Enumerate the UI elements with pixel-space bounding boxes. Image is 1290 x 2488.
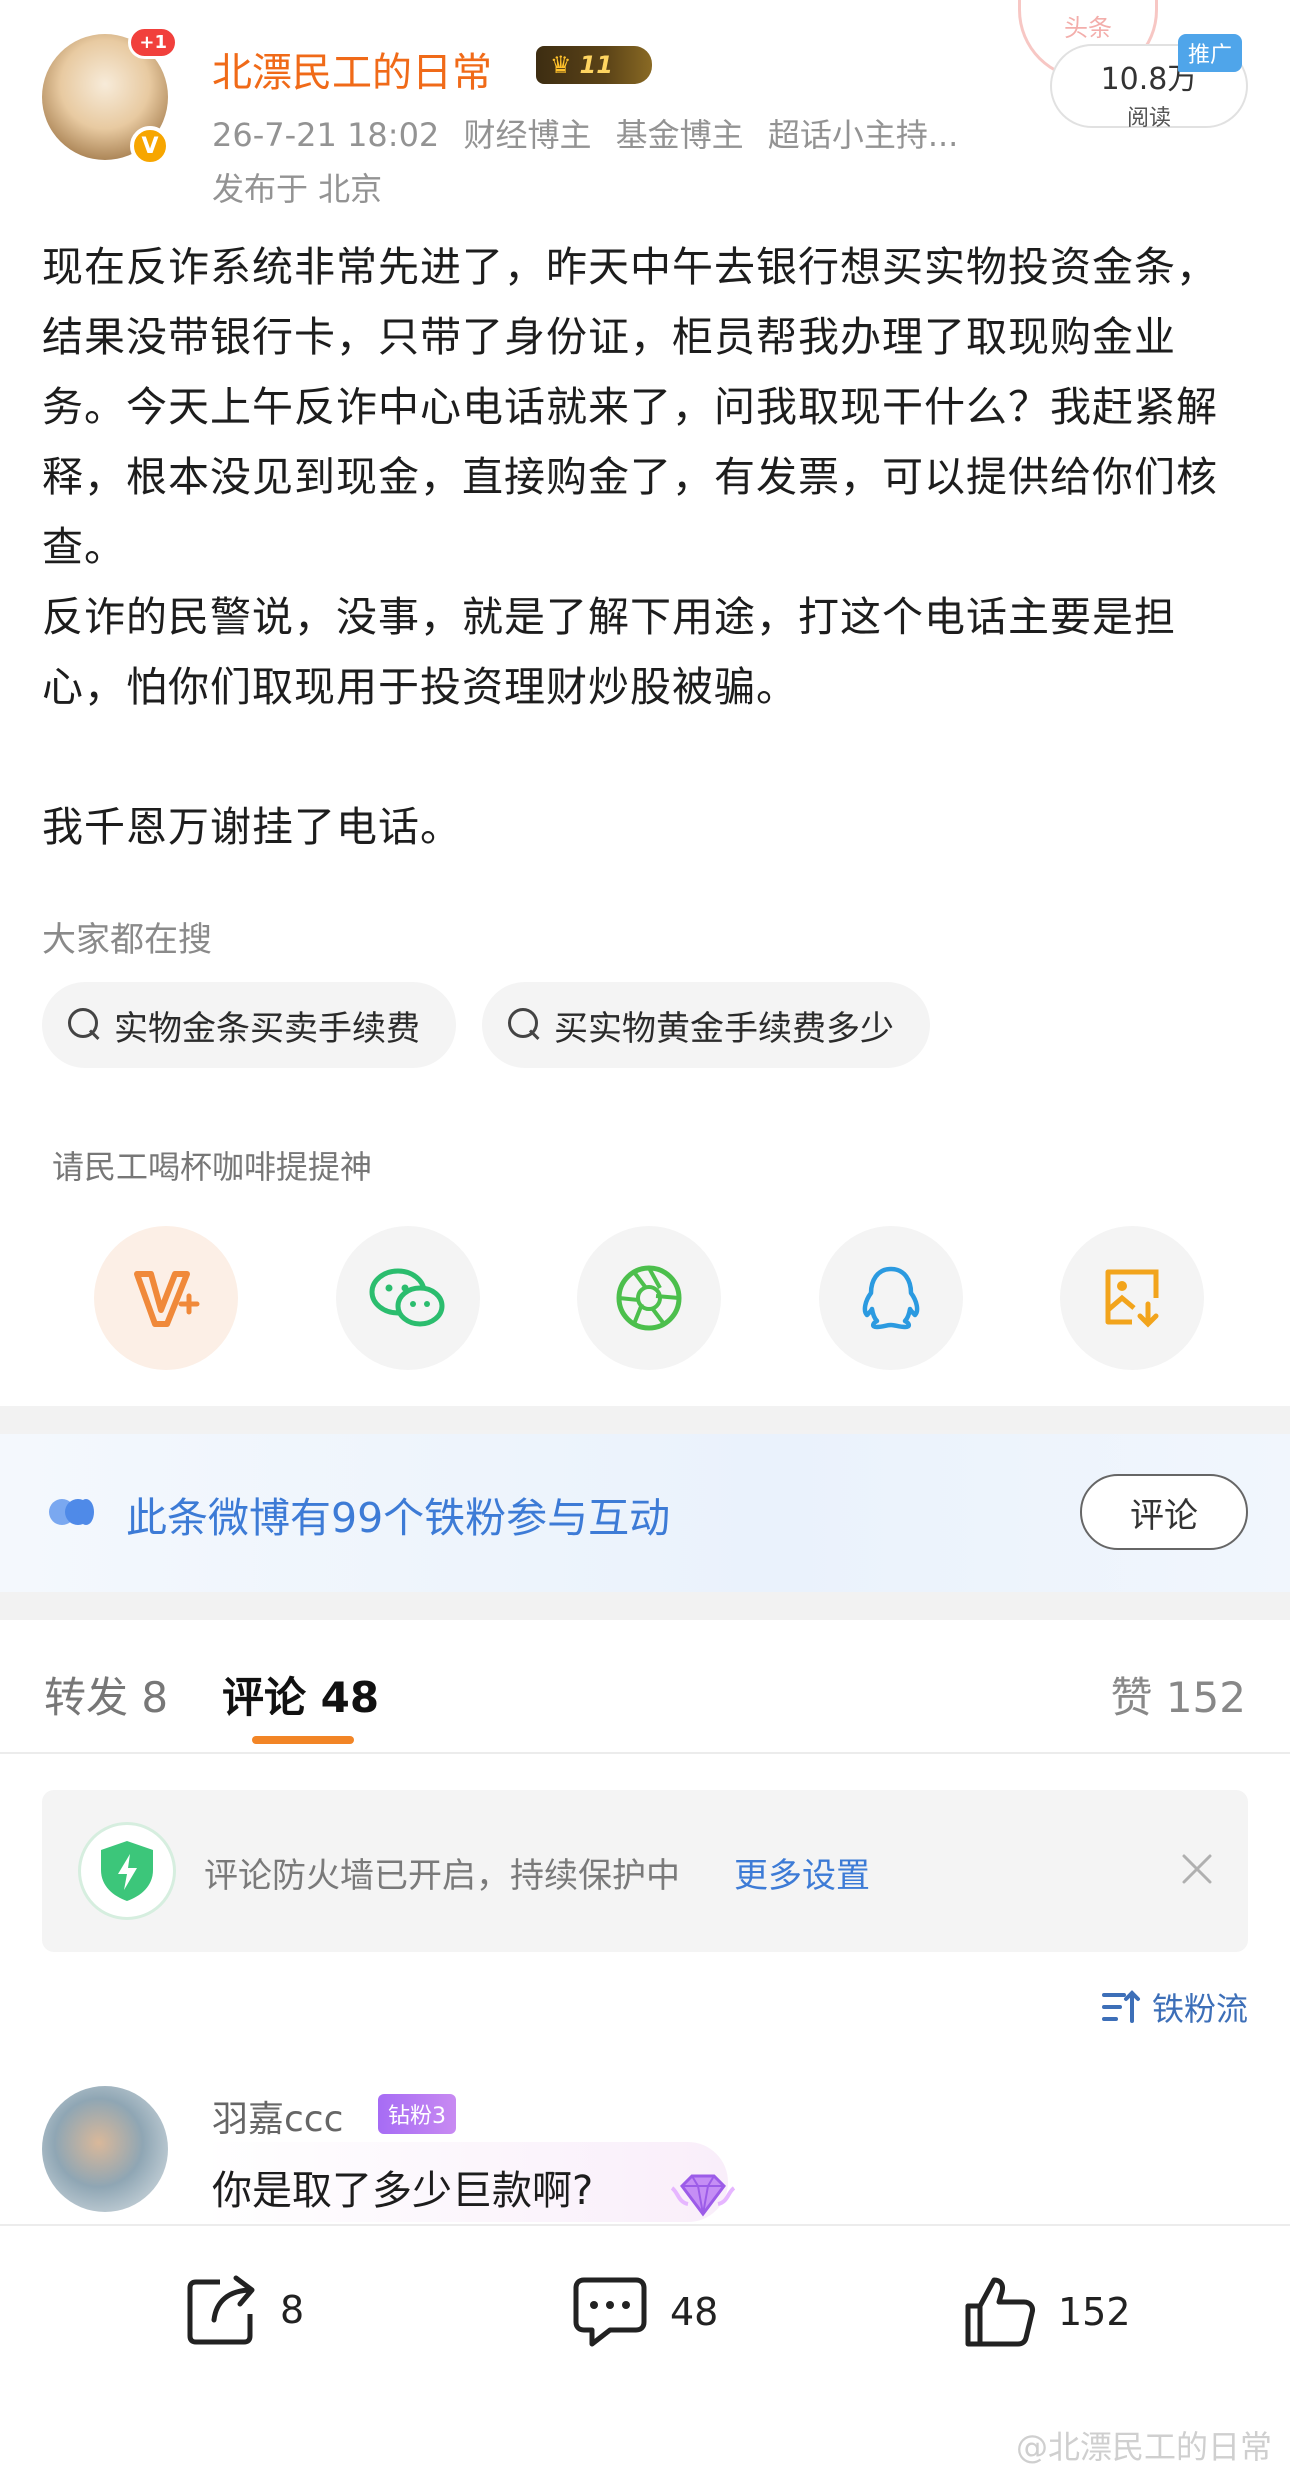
post-location: 发布于 北京: [212, 170, 383, 208]
bottom-action-bar: 8 48 152 @北漂民工的日常: [0, 2224, 1290, 2488]
thumbs-up-icon: [965, 2277, 1035, 2347]
tab-like[interactable]: 赞 152: [1110, 1664, 1246, 1725]
moments-icon: [616, 1265, 682, 1331]
repost-icon: [187, 2275, 255, 2345]
vip-charge-icon: [134, 1271, 200, 1327]
repost-button[interactable]: 8: [184, 2274, 304, 2346]
commenter-avatar[interactable]: [42, 2086, 168, 2212]
save-image-button[interactable]: [1060, 1226, 1204, 1370]
search-icon: [68, 1008, 102, 1042]
comment-firewall-notice: 评论防火墙已开启，持续保护中 更多设置: [42, 1790, 1248, 1952]
comment-button[interactable]: 48: [570, 2274, 718, 2350]
fan-level-badge: 钻粉3: [378, 2094, 456, 2134]
repost-count: 8: [280, 2288, 305, 2332]
fans-comment-button[interactable]: 评论: [1080, 1474, 1248, 1550]
author-avatar[interactable]: +1 V: [42, 26, 178, 166]
promo-tag: 推广: [1178, 34, 1243, 72]
wechat-icon: [369, 1268, 444, 1327]
watermark: @北漂民工的日常: [1015, 2428, 1272, 2466]
comment-text[interactable]: 你是取了多少巨款啊?: [212, 2158, 593, 2216]
search-icon: [508, 1008, 542, 1042]
section-divider: [0, 1406, 1290, 1434]
search-chip[interactable]: 实物金条买卖手续费: [42, 982, 456, 1068]
level-number: 11: [579, 51, 613, 79]
close-icon[interactable]: [1172, 1844, 1222, 1894]
author-tag: 基金博主: [615, 116, 744, 154]
author-tag: 超话小主持...: [767, 116, 959, 154]
crown-icon: ♛: [550, 51, 572, 79]
tab-repost[interactable]: 转发 8: [44, 1664, 168, 1725]
fans-banner-text: 此条微博有99个铁粉参与互动: [126, 1494, 671, 1542]
trending-search-title: 大家都在搜: [42, 920, 212, 960]
author-name[interactable]: 北漂民工的日常: [212, 40, 492, 98]
tab-comment[interactable]: 评论 48: [222, 1664, 379, 1725]
level-badge[interactable]: ♛ 11: [536, 46, 652, 84]
shield-icon: [78, 1822, 176, 1920]
post-text: 现在反诈系统非常先进了，昨天中午去银行想买实物投资金条，结果没带银行卡，只带了身…: [42, 243, 1218, 851]
sort-label: 铁粉流: [1151, 1990, 1248, 2028]
firewall-status-text: 评论防火墙已开启，持续保护中: [204, 1856, 680, 1896]
search-chip-label: 买实物黄金手续费多少: [554, 1008, 894, 1049]
like-count: 152: [1058, 2290, 1131, 2334]
diamond-icon: [670, 2174, 736, 2217]
post-meta: 26-7-21 18:02 财经博主 基金博主 超话小主持...: [212, 110, 958, 156]
read-count-label: 阅读: [1126, 106, 1171, 131]
like-button[interactable]: 152: [962, 2274, 1131, 2350]
search-chip-label: 实物金条买卖手续费: [114, 1008, 420, 1049]
firewall-settings-link[interactable]: 更多设置: [734, 1848, 870, 1897]
sort-by-fans-button[interactable]: 铁粉流: [1101, 1984, 1248, 2030]
tabs-divider: [0, 1752, 1290, 1754]
save-image-icon: [1105, 1269, 1159, 1328]
vip-charge-button[interactable]: [94, 1226, 238, 1370]
share-wechat-button[interactable]: [335, 1226, 480, 1370]
fans-interaction-banner: 此条微博有99个铁粉参与互动 评论: [0, 1434, 1290, 1592]
commenter-name[interactable]: 羽嘉ccc: [212, 2090, 343, 2142]
avatar-notification-badge: +1: [128, 26, 178, 59]
share-moments-button[interactable]: [577, 1226, 721, 1370]
author-tag: 财经博主: [463, 116, 592, 154]
verified-icon: V: [130, 126, 170, 166]
share-qq-button[interactable]: [818, 1226, 963, 1370]
comment-icon: [573, 2277, 647, 2347]
post-timestamp: 26-7-21 18:02: [212, 116, 440, 154]
search-chips: 实物金条买卖手续费 买实物黄金手续费多少: [42, 982, 930, 1068]
share-row: [94, 1226, 1204, 1370]
active-tab-indicator: [252, 1736, 354, 1744]
search-chip[interactable]: 买实物黄金手续费多少: [482, 982, 930, 1068]
section-divider: [0, 1592, 1290, 1620]
comment-count: 48: [670, 2290, 719, 2334]
fans-icon: [49, 1499, 94, 1525]
sort-icon: [1101, 1990, 1140, 2023]
tip-prompt: 请民工喝杯咖啡提提神: [52, 1148, 373, 1186]
qq-icon: [862, 1266, 919, 1330]
